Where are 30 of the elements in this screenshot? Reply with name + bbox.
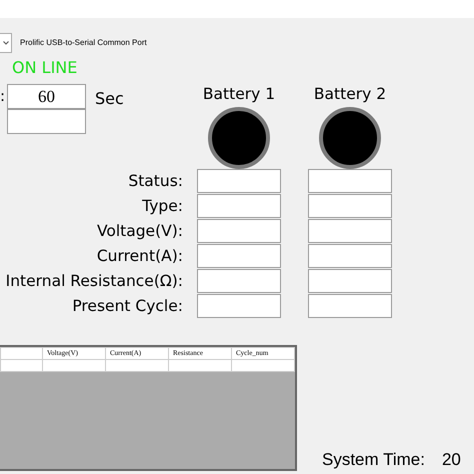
value-field[interactable]	[308, 194, 392, 218]
colon-label: :	[0, 86, 6, 107]
field-label: Present Cycle:	[71, 296, 184, 317]
battery-label: Battery 2	[314, 84, 386, 104]
value-field[interactable]	[197, 294, 281, 318]
value-field[interactable]	[197, 244, 281, 268]
field-label: Voltage(V):	[96, 221, 184, 242]
value-field[interactable]	[197, 169, 281, 193]
field-label: Current(A):	[96, 246, 184, 267]
field-label: Status:	[127, 171, 184, 192]
field-label: Internal Resistance(Ω):	[4, 271, 184, 292]
interval-field[interactable]: 60	[7, 84, 86, 109]
field-label: Type:	[141, 196, 184, 217]
connection-status: ON LINE	[12, 59, 78, 77]
blank-field[interactable]	[7, 109, 86, 134]
battery-label: Battery 1	[202, 84, 276, 104]
value-field[interactable]	[197, 194, 281, 218]
value-field[interactable]	[308, 269, 392, 293]
value-field[interactable]	[308, 294, 392, 318]
value-field[interactable]	[308, 169, 392, 193]
system-time-label: System Time:	[322, 449, 425, 471]
port-name: Prolific USB-to-Serial Common Port	[20, 37, 147, 49]
caret-icon	[2, 41, 8, 45]
unit-label: Sec	[95, 88, 124, 110]
value-field[interactable]	[308, 219, 392, 243]
value-field[interactable]	[308, 244, 392, 268]
dropdown-button[interactable]	[0, 33, 12, 53]
value-field[interactable]	[197, 219, 281, 243]
value-field[interactable]	[197, 269, 281, 293]
system-time-value: 20	[442, 449, 461, 471]
